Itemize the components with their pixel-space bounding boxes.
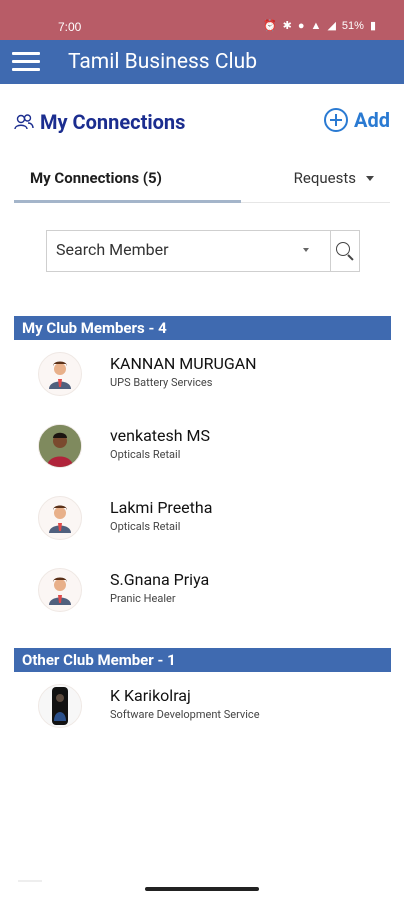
tab-my-connections[interactable]: My Connections (5): [14, 160, 241, 203]
search-icon: [336, 242, 350, 256]
member-row[interactable]: S.Gnana Priya Pranic Healer: [38, 568, 378, 616]
profile-photo-icon: [39, 685, 81, 727]
member-business: UPS Battery Services: [110, 376, 213, 389]
status-bar: 7:00 ⏰ ✱ ● ▲ ◢ 51% ▮: [0, 0, 404, 40]
avatar: [38, 424, 82, 468]
divider: [18, 880, 42, 882]
app-title: Tamil Business Club: [68, 50, 257, 74]
member-row[interactable]: venkatesh MS Opticals Retail: [38, 424, 378, 472]
member-name: venkatesh MS: [110, 426, 211, 445]
wifi-icon: ▲: [310, 19, 322, 32]
member-business: Opticals Retail: [110, 448, 181, 461]
group-header-my-club: My Club Members - 4: [14, 316, 391, 340]
member-name: S.Gnana Priya: [110, 570, 210, 589]
signal-icon: ◢: [327, 20, 336, 32]
avatar: [38, 568, 82, 612]
status-icons: ⏰ ✱ ● ▲ ◢ 51% ▮: [262, 19, 376, 33]
person-avatar-icon: [49, 361, 71, 389]
add-circle-icon: [324, 108, 349, 132]
member-name: K Karikolraj: [110, 686, 191, 705]
tab-requests[interactable]: Requests: [294, 169, 374, 187]
add-label: Add: [354, 108, 390, 132]
group-header-label: Other Club Member - 1: [22, 651, 176, 669]
location-icon: ●: [297, 19, 305, 32]
tab-my-connections-label: My Connections (5): [30, 169, 162, 187]
gesture-navigation-handle[interactable]: [145, 887, 259, 891]
group-header-other-club: Other Club Member - 1: [14, 648, 391, 672]
avatar: [38, 496, 82, 540]
bluetooth-icon: ✱: [282, 20, 292, 32]
status-time: 7:00: [58, 20, 82, 34]
page-title: My Connections: [40, 110, 186, 134]
alarm-icon: ⏰: [262, 20, 277, 32]
search-placeholder: Search Member: [56, 240, 169, 259]
battery-level: 51%: [341, 19, 364, 32]
group-header-label: My Club Members - 4: [22, 319, 167, 337]
battery-icon: ▮: [369, 20, 376, 32]
tab-bar: My Connections (5) Requests: [14, 160, 390, 203]
tab-requests-label: Requests: [293, 169, 356, 187]
member-business: Pranic Healer: [110, 592, 176, 605]
chevron-down-icon: [366, 175, 374, 181]
member-business: Opticals Retail: [110, 520, 181, 533]
avatar: [38, 684, 82, 728]
search-member-select[interactable]: Search Member: [46, 230, 360, 272]
section-header: My Connections: [14, 110, 185, 134]
member-row[interactable]: K Karikolraj Software Development Servic…: [38, 684, 378, 732]
menu-icon[interactable]: [12, 52, 40, 72]
member-row[interactable]: Lakmi Preetha Opticals Retail: [38, 496, 378, 544]
member-business: Software Development Service: [110, 708, 260, 721]
dropdown-arrow-icon: [303, 248, 309, 252]
add-connection-button[interactable]: Add: [324, 108, 390, 132]
member-row[interactable]: KANNAN MURUGAN UPS Battery Services: [38, 352, 378, 400]
member-name: KANNAN MURUGAN: [110, 354, 257, 373]
profile-photo-icon: [39, 425, 81, 467]
person-avatar-icon: [49, 505, 71, 533]
people-icon: [14, 114, 34, 130]
avatar: [38, 352, 82, 396]
search-button[interactable]: [330, 231, 359, 271]
app-bar: Tamil Business Club: [0, 40, 404, 84]
person-avatar-icon: [49, 577, 71, 605]
member-name: Lakmi Preetha: [110, 498, 213, 517]
